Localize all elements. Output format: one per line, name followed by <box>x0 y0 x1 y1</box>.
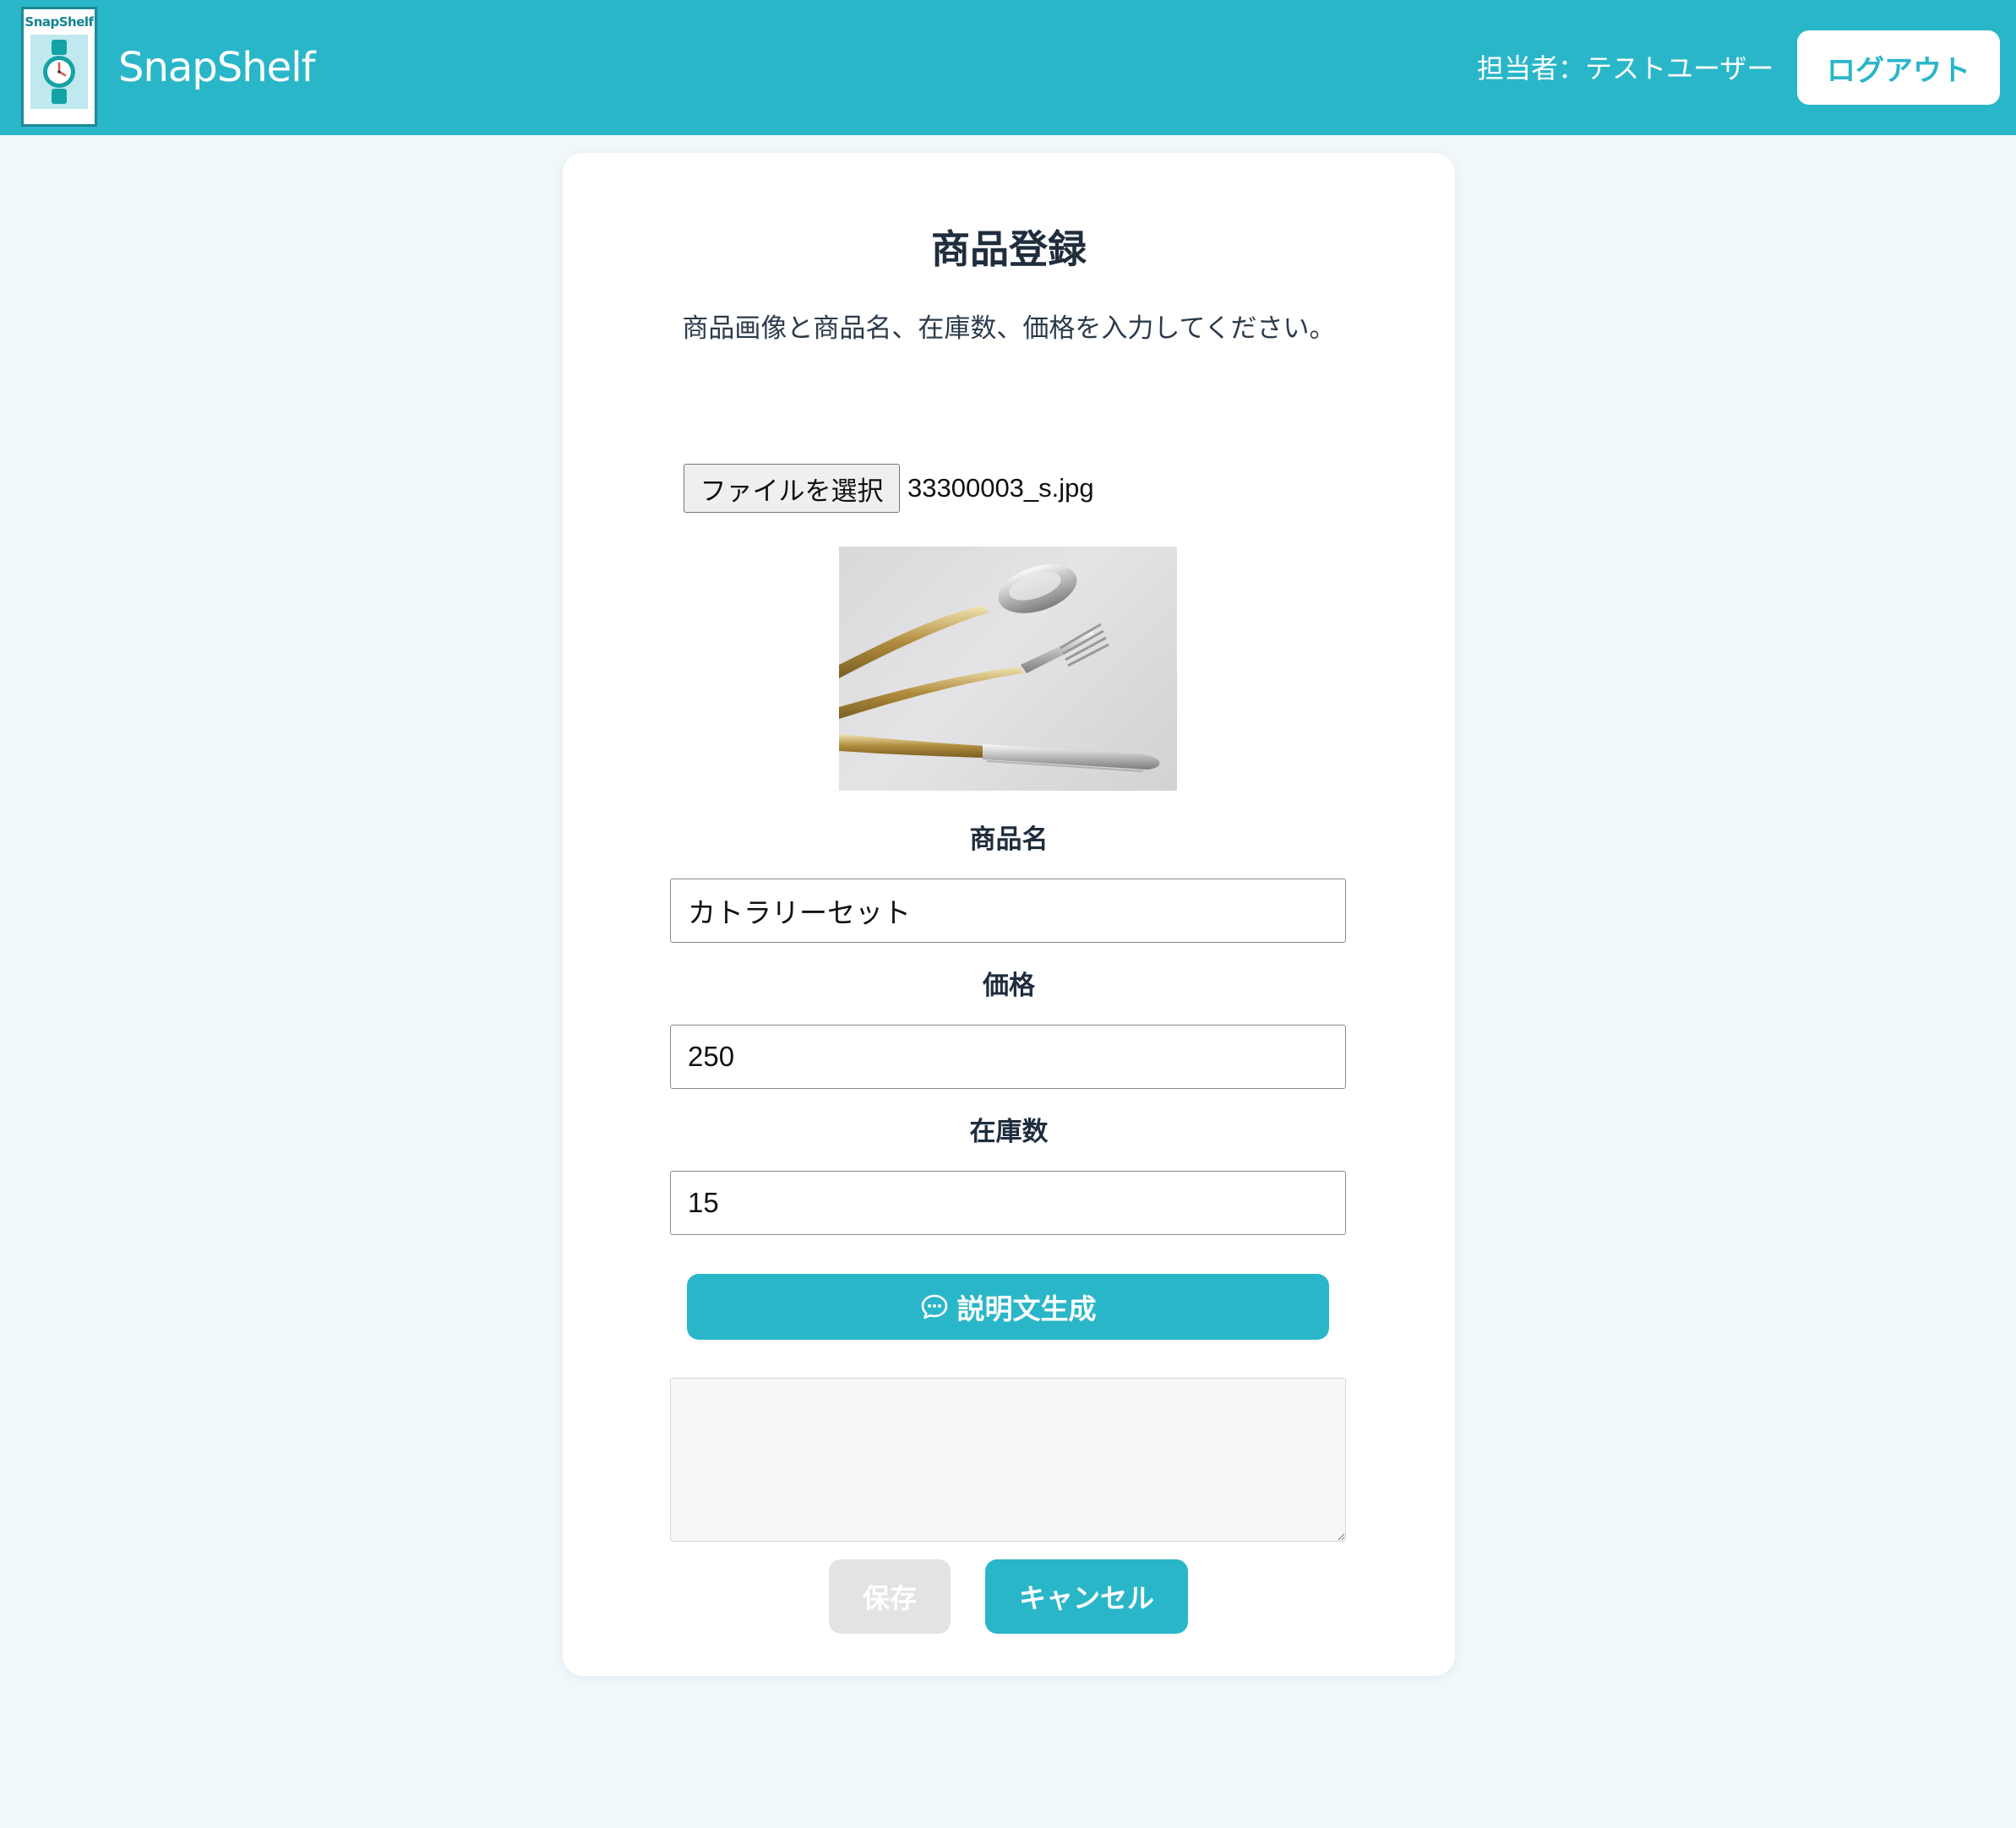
product-name-label: 商品名 <box>969 824 1049 855</box>
price-input[interactable] <box>670 1025 1346 1089</box>
user-label: 担当者：テストユーザー <box>1477 52 1774 84</box>
app-header: SnapShelf SnapShelf 担当者：テストユーザー ログアウト <box>0 0 2016 135</box>
chat-bubble-icon <box>921 1294 947 1319</box>
watch-icon <box>43 40 75 104</box>
logout-button[interactable]: ログアウト <box>1797 30 2000 105</box>
page-title: 商品登録 <box>931 226 1087 272</box>
save-button[interactable]: 保存 <box>829 1559 951 1634</box>
generate-description-label: 説明文生成 <box>956 1292 1097 1325</box>
generate-description-button[interactable]: 説明文生成 <box>687 1274 1329 1340</box>
product-image-preview <box>839 547 1177 791</box>
brand-name: SnapShelf <box>118 44 315 91</box>
product-form-card: 商品登録 商品画像と商品名、在庫数、価格を入力してください。 ファイルを選択 3… <box>563 153 1455 1676</box>
logo-tile <box>30 35 88 109</box>
description-textarea[interactable] <box>670 1378 1346 1542</box>
product-name-input[interactable] <box>670 879 1346 943</box>
file-select-button[interactable]: ファイルを選択 <box>684 464 900 513</box>
price-label: 価格 <box>983 971 1035 1001</box>
stock-input[interactable] <box>670 1171 1346 1235</box>
app-logo[interactable]: SnapShelf <box>21 7 97 127</box>
selected-file-name: 33300003_s.jpg <box>907 473 1094 503</box>
cancel-button[interactable]: キャンセル <box>985 1559 1188 1634</box>
cutlery-photo <box>839 564 1160 772</box>
logo-text: SnapShelf <box>25 14 94 30</box>
stock-label: 在庫数 <box>969 1117 1049 1147</box>
page-subtitle: 商品画像と商品名、在庫数、価格を入力してください。 <box>682 313 1336 344</box>
